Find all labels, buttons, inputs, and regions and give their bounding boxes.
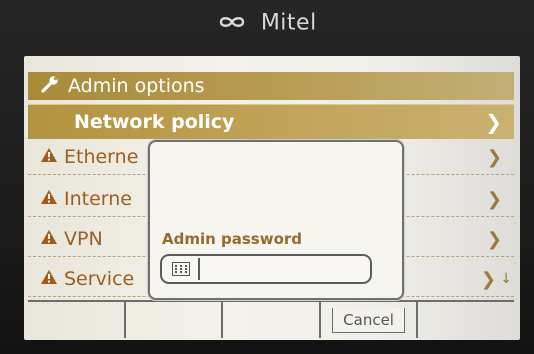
- softkey-2[interactable]: [126, 302, 224, 338]
- wrench-icon: [40, 75, 68, 97]
- menu-item-label: VPN: [64, 228, 103, 250]
- softkey-cancel[interactable]: Cancel: [321, 302, 419, 338]
- chevron-right-icon: ❯: [486, 228, 502, 250]
- dialog-prompt: Admin password: [162, 230, 303, 248]
- warning-icon: [40, 229, 58, 249]
- warning-icon: [40, 147, 58, 167]
- phone-screen: Admin options Network policy ❯ Etherne ❯…: [24, 56, 520, 340]
- menu-item-label: Network policy: [74, 111, 235, 133]
- chevron-right-icon: ❯: [486, 146, 502, 168]
- menu-title-bar: Admin options: [28, 72, 514, 100]
- menu-item-label: Etherne: [64, 146, 139, 168]
- chevron-right-icon: ❯: [480, 268, 496, 290]
- menu-item-network-policy[interactable]: Network policy ❯: [28, 104, 514, 139]
- menu-item-label: Service: [64, 268, 135, 290]
- admin-password-dialog: Admin password: [148, 140, 404, 300]
- warning-icon: [40, 189, 58, 209]
- warning-icon: [40, 269, 58, 289]
- softkey-1[interactable]: [28, 302, 126, 338]
- password-input[interactable]: [160, 254, 372, 284]
- softkey-bar: Cancel: [28, 300, 514, 338]
- phone-bezel: Mitel Admin options Network policy ❯ Eth…: [0, 0, 534, 354]
- menu-item-label: Interne: [64, 188, 132, 210]
- brand-name: Mitel: [260, 10, 317, 36]
- mitel-logo-icon: [217, 11, 247, 36]
- keypad-icon: [164, 258, 200, 280]
- menu-title: Admin options: [68, 75, 205, 97]
- softkey-3[interactable]: [223, 302, 321, 338]
- chevron-right-icon: ❯: [485, 110, 502, 134]
- brand-header: Mitel: [0, 10, 534, 36]
- softkey-5[interactable]: [418, 302, 514, 338]
- scroll-down-arrow-icon: ↓: [500, 271, 512, 287]
- chevron-right-icon: ❯: [486, 188, 502, 210]
- cancel-label: Cancel: [332, 307, 405, 333]
